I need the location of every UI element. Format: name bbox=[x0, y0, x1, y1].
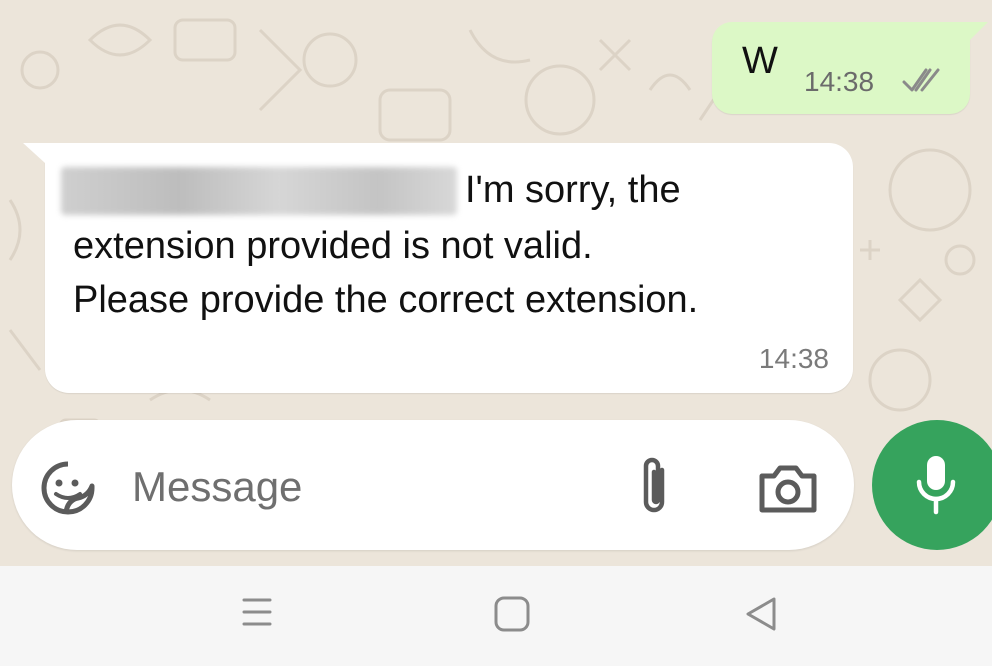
camera-icon[interactable] bbox=[756, 458, 820, 518]
outgoing-message-text: W bbox=[742, 40, 778, 82]
paperclip-icon[interactable] bbox=[632, 456, 676, 518]
voice-record-button[interactable] bbox=[872, 420, 992, 550]
outgoing-message-time: 14:38 bbox=[804, 66, 875, 97]
incoming-message-line-3: Please provide the correct extension. bbox=[73, 279, 699, 321]
menu-icon[interactable] bbox=[240, 592, 274, 637]
back-icon[interactable] bbox=[742, 594, 782, 639]
incoming-message-time: 14:38 bbox=[758, 343, 829, 374]
double-check-icon bbox=[902, 68, 942, 99]
incoming-message-line-2: extension provided is not valid. bbox=[73, 225, 593, 267]
system-navigation-bar bbox=[0, 566, 992, 666]
incoming-message-bubble[interactable]: I'm sorry, the extension provided is not… bbox=[23, 143, 853, 393]
home-icon[interactable] bbox=[492, 594, 532, 639]
sticker-icon[interactable] bbox=[38, 458, 98, 518]
mic-icon bbox=[912, 454, 960, 521]
incoming-message-line-1: I'm sorry, the bbox=[465, 169, 681, 211]
message-composer bbox=[12, 420, 854, 550]
message-input[interactable] bbox=[130, 460, 554, 514]
outgoing-message-bubble[interactable]: W 14:38 bbox=[712, 22, 988, 114]
redacted-text-blur bbox=[61, 167, 457, 215]
